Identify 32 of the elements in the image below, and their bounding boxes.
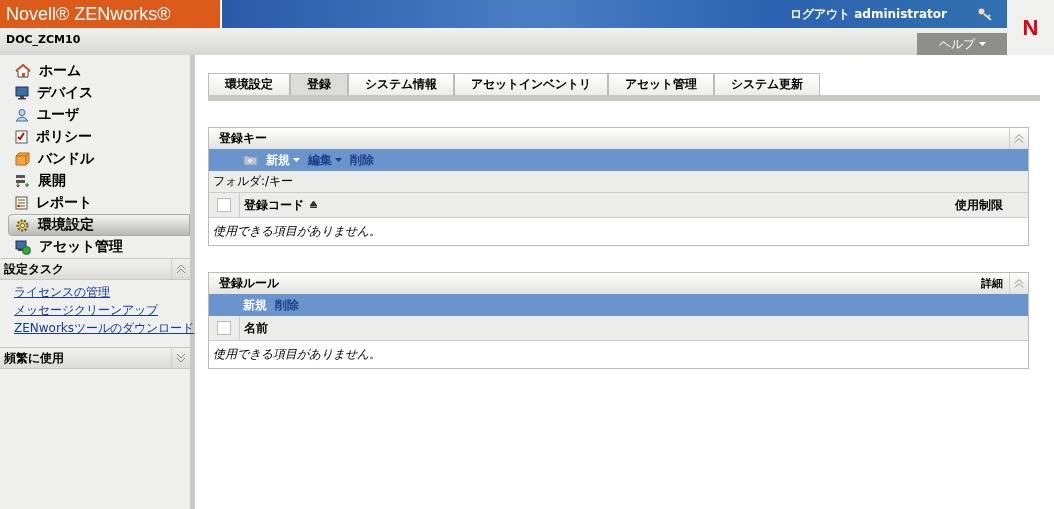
nav-item[interactable]: レポート xyxy=(0,192,190,214)
nav-item[interactable]: 展開 xyxy=(0,170,190,192)
nav-item[interactable]: 環境設定 xyxy=(8,214,190,236)
nav-item[interactable]: アセット管理 xyxy=(0,236,190,258)
section-title: 頻繁に使用 xyxy=(4,349,64,367)
column-header[interactable]: 名前 xyxy=(244,319,268,337)
nav-item[interactable]: ユーザ xyxy=(0,104,190,126)
task-link[interactable]: メッセージクリーンアップ xyxy=(14,302,190,319)
panel-title: 登録ルール xyxy=(219,275,280,292)
panel-title: 登録キー xyxy=(219,130,268,147)
column-header[interactable]: 登録コード xyxy=(244,196,304,214)
tab[interactable]: 環境設定 xyxy=(208,73,290,95)
tab[interactable]: アセットインベントリ xyxy=(454,73,608,95)
details-link[interactable]: 詳細 xyxy=(981,276,1009,291)
folder-path: フォルダ:/キー xyxy=(213,173,294,190)
empty-message: 使用できる項目がありません。 xyxy=(212,223,382,240)
logo: N xyxy=(1007,0,1054,55)
tab[interactable]: システム更新 xyxy=(714,73,820,95)
nav-item[interactable]: ポリシー xyxy=(0,126,190,148)
empty-message: 使用できる項目がありません。 xyxy=(212,346,382,363)
zone-name: DOC_ZCM10 xyxy=(5,32,82,48)
tab[interactable]: システム情報 xyxy=(348,73,454,95)
brand-logo: Novell® ZENworks® xyxy=(0,0,220,28)
nav-item[interactable]: バンドル xyxy=(0,148,190,170)
task-link[interactable]: ライセンスの管理 xyxy=(14,284,190,301)
tab[interactable]: アセット管理 xyxy=(608,73,714,95)
nav-item[interactable]: デバイス xyxy=(0,82,190,104)
tab[interactable]: 登録 xyxy=(290,73,348,95)
nav-item[interactable]: ホーム xyxy=(0,60,190,82)
column-header[interactable]: 使用制限 xyxy=(955,196,1003,214)
logout-link[interactable]: ログアウト administrator xyxy=(790,5,947,23)
section-title: 設定タスク xyxy=(4,260,64,278)
